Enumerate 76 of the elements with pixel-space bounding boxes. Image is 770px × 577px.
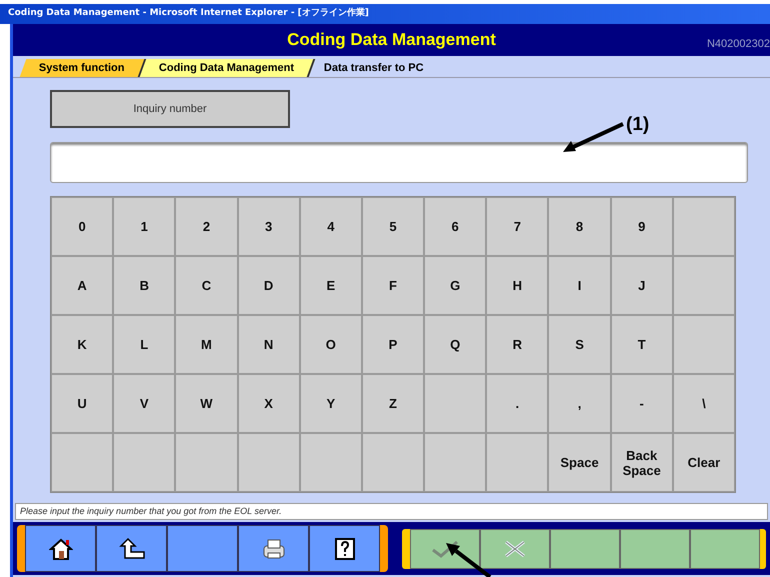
keypad-key[interactable]: A [51,256,114,315]
keypad-key[interactable]: F [362,256,424,315]
keypad-key[interactable]: P [362,315,424,374]
keypad-key[interactable]: Clear [672,433,735,492]
breadcrumb-item[interactable]: Coding Data Management [139,59,315,77]
keypad-key[interactable]: 4 [300,197,362,256]
blank-key [486,433,548,492]
keypad-key[interactable]: G [424,256,486,315]
toolbar-button[interactable] [238,525,309,572]
keypad-key[interactable]: 8 [548,197,611,256]
keypad-key[interactable]: I [548,256,611,315]
keypad-key[interactable]: E [300,256,362,315]
blank-key [672,315,735,374]
keypad-key[interactable]: 2 [175,197,238,256]
keypad-key[interactable]: Back Space [610,433,673,492]
window-title: Coding Data Management - Microsoft Internet Explorer - [オフライン作業] [8,7,369,20]
annotation-arrow [561,122,625,154]
keypad-key[interactable]: K [51,315,114,374]
keypad-key[interactable]: 3 [238,197,300,256]
blank-key [424,374,486,433]
keypad-key[interactable]: B [113,256,176,315]
keypad-key[interactable]: T [610,315,673,374]
check-icon [430,538,460,558]
blank-key [300,433,362,492]
keypad-key[interactable]: 5 [362,197,424,256]
inquiry-number-button[interactable]: Inquiry number [50,90,290,128]
blank-key [238,433,300,492]
keypad-key[interactable]: Q [424,315,486,374]
blank-key [362,433,424,492]
annotation-label: (1) [626,113,650,137]
keypad-key[interactable]: M [175,315,238,374]
blank-key [424,433,486,492]
keypad-key[interactable]: J [610,256,673,315]
keypad-key[interactable]: 7 [486,197,548,256]
page-title: Coding Data Management [287,29,496,52]
keypad-key[interactable]: \ [672,374,735,433]
blank-key [51,433,114,492]
keypad-key[interactable]: W [175,374,238,433]
printer-icon [260,536,286,560]
keypad-key[interactable]: Space [548,433,611,492]
keypad-key[interactable]: C [175,256,238,315]
blank-key [113,433,176,492]
status-message: Please input the inquiry number that you got from the EOL server. [15,503,768,520]
screen-id: N402002302 [706,37,770,52]
breadcrumb-item[interactable]: System function [20,59,146,77]
toolbar-button[interactable] [309,525,380,572]
keypad-key[interactable]: S [548,315,611,374]
inquiry-number-field[interactable] [50,142,748,183]
keypad-key[interactable]: H [486,256,548,315]
blank-key [672,256,735,315]
up-arrow-icon [116,536,146,560]
keypad-key[interactable]: 1 [113,197,176,256]
toolbar-button[interactable] [25,525,96,572]
home-icon [48,536,72,560]
toolbar-button[interactable] [96,525,167,572]
blank-key [175,433,238,492]
keypad-key[interactable]: X [238,374,300,433]
cancel-icon [502,538,528,558]
keypad-key[interactable]: D [238,256,300,315]
keypad-key[interactable]: N [238,315,300,374]
keypad-key[interactable]: 9 [610,197,673,256]
keypad-key[interactable]: R [486,315,548,374]
keypad-key[interactable]: L [113,315,176,374]
keypad-key[interactable]: Z [362,374,424,433]
keypad-key[interactable]: Y [300,374,362,433]
help-icon [334,538,354,560]
keypad-key[interactable]: , [548,374,611,433]
keypad-key[interactable]: O [300,315,362,374]
annotation-arrow [444,541,492,577]
keypad-key[interactable]: . [486,374,548,433]
keypad-key[interactable]: V [113,374,176,433]
keypad-key[interactable]: 6 [424,197,486,256]
keypad-key[interactable]: U [51,374,114,433]
blank-key [672,197,735,256]
keypad-key[interactable]: - [610,374,673,433]
keypad-key[interactable]: 0 [51,197,114,256]
